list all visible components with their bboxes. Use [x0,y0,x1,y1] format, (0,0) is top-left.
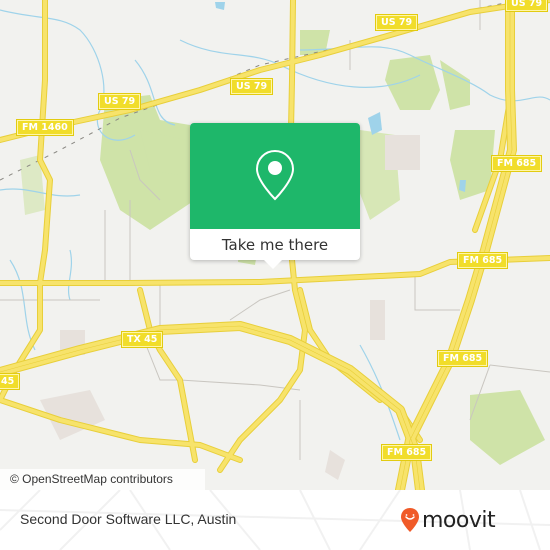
road-label-us79: US 79 [376,15,418,30]
road-label-tx45: TX 45 [122,332,163,347]
road-label-fm685: FM 685 [382,445,432,460]
popup-header [190,123,360,229]
take-me-there-button[interactable]: Take me there [190,229,360,260]
popup-pointer [264,260,282,269]
moovit-logo[interactable]: moovit [400,505,496,535]
road-label-fm685: FM 685 [492,156,542,171]
road-label-fm1460: FM 1460 [17,120,73,135]
place-name: Second Door Software LLC, Austin [20,511,237,527]
map-pin-icon [255,149,295,201]
road-label-us79: US 79 [99,94,141,109]
road-label-fm685: FM 685 [438,351,488,366]
road-label-fm685: FM 685 [458,253,508,268]
road-label-us79: US 79 [506,0,548,11]
moovit-pin-icon [401,508,419,532]
map-attribution[interactable]: © OpenStreetMap contributors [0,469,205,490]
brand-wordmark: moovit [422,507,496,533]
map-canvas[interactable]: US 79 US 79 US 79 US 79 FM 1460 FM 685 F… [0,0,550,490]
road-label-us79: US 79 [231,79,273,94]
road-label-tx45: 45 [0,374,20,389]
footer-bar: Second Door Software LLC, Austin moovit [0,490,550,550]
location-popup[interactable]: Take me there [190,123,360,269]
